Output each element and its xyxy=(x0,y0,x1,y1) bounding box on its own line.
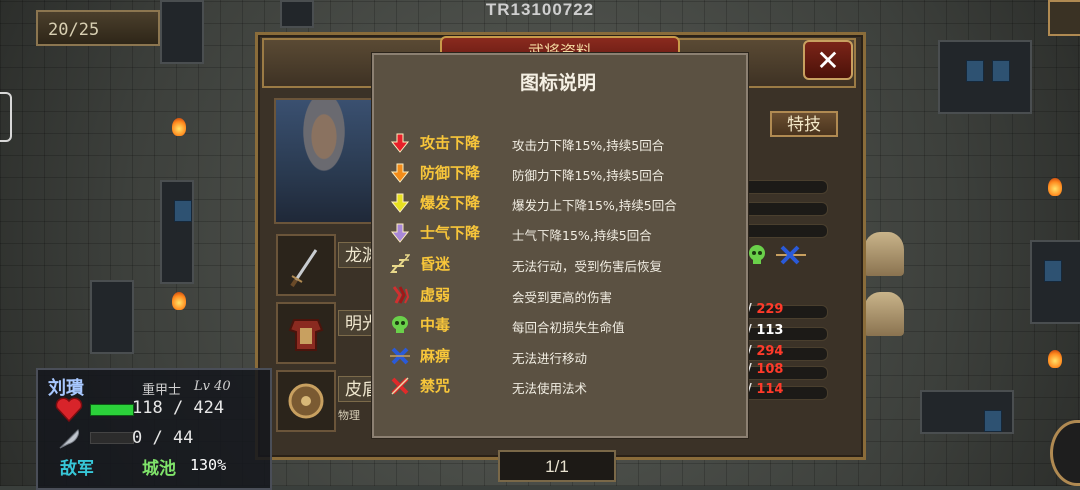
stat-bar xyxy=(742,224,828,238)
shield-icon xyxy=(288,383,324,419)
map-wall xyxy=(938,40,1032,114)
map-tile xyxy=(174,200,192,222)
heart-icon xyxy=(55,397,83,422)
stat-value: 114 xyxy=(756,382,784,397)
equipment-desc-shield: 物理 xyxy=(338,409,360,422)
sword-icon xyxy=(290,249,318,288)
map-tile xyxy=(984,410,1002,432)
legend-name: 攻击下降 xyxy=(420,134,481,152)
legend-row: 麻痹 无法进行移动 xyxy=(384,343,736,371)
stat-bar xyxy=(742,202,828,216)
legend-desc: 士气下降15%,持续5回合 xyxy=(512,228,652,243)
legend-desc: 爆发力上下降15%,持续5回合 xyxy=(512,198,677,213)
stage-id: TR13100722 xyxy=(485,0,595,19)
page-indicator[interactable]: 1/1 xyxy=(498,450,616,482)
side-drawer-handle[interactable] xyxy=(0,92,12,142)
stat-value: 113 xyxy=(756,323,784,338)
yellow-down-arrow-icon xyxy=(390,193,410,213)
torch-icon xyxy=(172,118,186,136)
legend-desc: 每回合初损失生命值 xyxy=(512,320,625,335)
unit-class: 重甲士 xyxy=(142,383,182,398)
legend-title: 图标说明 xyxy=(519,72,596,94)
torch-icon xyxy=(172,292,186,310)
orange-down-arrow-icon xyxy=(390,163,410,183)
map-wall xyxy=(160,180,194,284)
map-tile xyxy=(966,60,984,82)
feather-icon xyxy=(59,429,79,449)
tent-icon xyxy=(864,232,904,276)
legend-row: 防御下降 防御力下降15%,持续5回合 xyxy=(384,160,736,188)
legend-name: 士气下降 xyxy=(420,224,481,242)
poison-skull-icon xyxy=(749,245,765,264)
legend-name: 爆发下降 xyxy=(420,194,481,212)
unit-level: Lv 40 xyxy=(194,379,231,394)
stat-bar xyxy=(742,180,828,194)
legend-name: 禁咒 xyxy=(420,377,451,395)
paralysis-x-icon xyxy=(390,347,410,365)
legend-row: 禁咒 无法使用法术 xyxy=(384,373,736,401)
poison-skull-icon xyxy=(392,316,408,333)
torch-icon xyxy=(1048,350,1062,368)
map-wall xyxy=(90,280,134,354)
map-wall xyxy=(1030,240,1080,324)
equipment-slot-weapon[interactable] xyxy=(276,234,336,296)
mp-value: 0 / 44 xyxy=(132,428,194,448)
map-tile xyxy=(1044,260,1062,282)
red-down-arrow-icon xyxy=(390,133,410,153)
legend-name: 防御下降 xyxy=(420,164,481,182)
equipment-slot-shield[interactable] xyxy=(276,370,336,432)
stat-value: 294 xyxy=(756,344,784,359)
purple-down-arrow-icon xyxy=(390,223,410,243)
legend-row: 虚弱 会受到更高的伤害 xyxy=(384,282,736,310)
unit-faction: 敌军 xyxy=(60,459,94,479)
legend-name: 中毒 xyxy=(420,316,451,334)
tent-icon xyxy=(864,292,904,336)
equipment-slot-armor[interactable] xyxy=(276,302,336,364)
paralysis-x-icon xyxy=(776,245,806,265)
legend-row: 爆发下降 爆发力上下降15%,持续5回合 xyxy=(384,190,736,218)
legend-name: 昏迷 xyxy=(420,255,451,273)
legend-name: 麻痹 xyxy=(420,347,451,365)
mp-bar xyxy=(90,432,134,444)
armor-icon xyxy=(288,319,324,351)
weak-claw-icon xyxy=(392,286,410,304)
stat-value: 108 xyxy=(756,362,784,377)
legend-desc: 无法行动，受到伤害后恢复 xyxy=(512,259,663,274)
tab-special-skills[interactable]: 特技 xyxy=(770,111,838,137)
legend-desc: 攻击力下降15%,持续5回合 xyxy=(512,138,665,153)
legend-row: 中毒 每回合初损失生命值 xyxy=(384,312,736,340)
terrain-bonus: 130% xyxy=(190,456,227,474)
legend-desc: 会受到更高的伤害 xyxy=(512,290,613,305)
legend-row: 士气下降 士气下降15%,持续5回合 xyxy=(384,220,736,248)
torch-icon xyxy=(1048,178,1062,196)
general-portrait xyxy=(274,98,374,224)
legend-desc: 无法进行移动 xyxy=(512,351,588,366)
legend-desc: 无法使用法术 xyxy=(512,381,588,396)
sleep-zz-icon xyxy=(390,254,410,273)
terrain-name: 城池 xyxy=(142,459,176,479)
legend-desc: 防御力下降15%,持续5回合 xyxy=(512,168,665,183)
legend-row: 攻击下降 攻击力下降15%,持续5回合 xyxy=(384,130,736,158)
map-tile xyxy=(992,60,1010,82)
legend-row: 昏迷 无法行动，受到伤害后恢复 xyxy=(384,251,736,279)
seal-x-icon xyxy=(391,377,409,395)
hp-value: 118 / 424 xyxy=(132,398,225,418)
close-button[interactable]: ✕ xyxy=(803,40,853,80)
legend-name: 虚弱 xyxy=(420,286,451,304)
stat-value: 229 xyxy=(756,302,784,317)
hp-bar xyxy=(90,404,134,416)
